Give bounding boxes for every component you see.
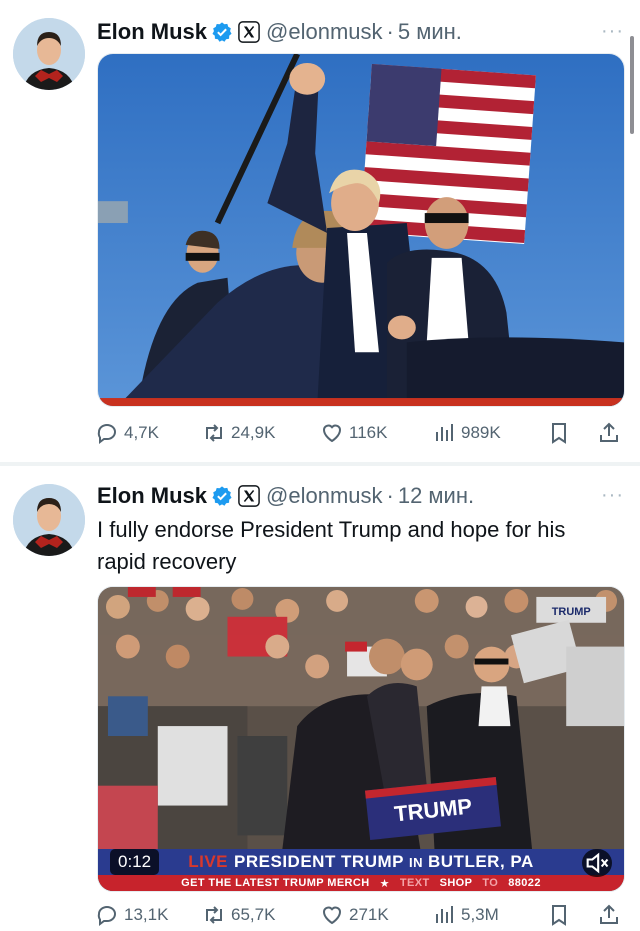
author-handle[interactable]: @elonmusk <box>266 483 383 509</box>
x-logo-icon <box>238 21 260 43</box>
merch-text: TEXT <box>399 877 430 889</box>
verified-badge-icon <box>212 486 232 506</box>
tweet-header: Elon Musk @elonmusk · 5 мин. <box>97 16 462 48</box>
like-button[interactable]: 116K <box>320 421 432 445</box>
bookmark-button[interactable] <box>547 421 597 445</box>
timestamp[interactable]: 12 мин. <box>398 483 474 509</box>
bookmark-icon <box>552 423 566 444</box>
repost-count: 24,9K <box>231 423 276 442</box>
reply-icon <box>97 424 116 444</box>
author-name[interactable]: Elon Musk <box>97 483 207 509</box>
repost-count: 65,7K <box>231 905 276 924</box>
merch-number: 88022 <box>508 877 541 889</box>
bookmark-icon <box>552 905 566 926</box>
bookmark-button[interactable] <box>547 903 597 927</box>
like-count: 271K <box>349 905 389 924</box>
meta-separator: · <box>386 483 394 508</box>
verified-badge-icon <box>212 22 232 42</box>
more-options-icon[interactable]: ··· <box>601 20 624 43</box>
merch-shop: SHOP <box>439 877 473 889</box>
repost-button[interactable]: 24,9K <box>202 421 320 445</box>
ticker-live: LIVE <box>188 852 229 871</box>
video-duration: 0:12 <box>110 849 160 875</box>
tweet-photo[interactable] <box>97 53 625 407</box>
action-bar: 4,7K 24,9K 116K 989K <box>95 418 630 448</box>
svg-text:TRUMP: TRUMP <box>552 606 591 618</box>
avatar[interactable] <box>13 484 85 556</box>
mute-icon <box>586 852 609 874</box>
like-icon <box>322 424 342 443</box>
ticker-in: IN <box>409 854 423 870</box>
reply-button[interactable]: 4,7K <box>95 421 202 445</box>
like-count: 116K <box>349 423 388 442</box>
reply-count: 4,7K <box>124 423 159 442</box>
views-count: 989K <box>461 423 501 442</box>
video-ticker: LIVE PRESIDENT TRUMP IN BUTLER, PA <box>98 849 624 875</box>
x-logo-icon <box>238 485 260 507</box>
author-handle[interactable]: @elonmusk <box>266 19 383 45</box>
reply-icon <box>97 906 116 926</box>
tweet-text: I fully endorse President Trump and hope… <box>97 517 566 574</box>
avatar-image <box>13 18 85 90</box>
tweet-video[interactable]: TRUMP TRUMP LIVE PRESIDENT TRUMP IN BUTL… <box>97 586 625 892</box>
merch-to: TO <box>482 877 499 889</box>
more-options-icon[interactable]: ··· <box>601 484 624 507</box>
timestamp[interactable]: 5 мин. <box>398 19 462 45</box>
views-count: 5,3M <box>461 905 499 924</box>
like-icon <box>322 906 342 925</box>
share-icon <box>600 422 618 442</box>
video-frame: TRUMP TRUMP <box>98 587 624 891</box>
repost-icon <box>206 906 222 924</box>
merch-left: GET THE LATEST TRUMP MERCH <box>181 877 370 889</box>
mute-button[interactable] <box>582 849 612 877</box>
share-button[interactable] <box>597 421 627 445</box>
video-merch-bar: GET THE LATEST TRUMP MERCH ★ TEXT SHOP T… <box>98 875 624 891</box>
photo-image <box>98 54 624 406</box>
avatar-image <box>13 484 85 556</box>
tweet[interactable]: Elon Musk @elonmusk · 12 мин. ··· I full… <box>0 466 640 931</box>
share-icon <box>600 904 618 924</box>
ticker-main: PRESIDENT TRUMP <box>234 852 404 871</box>
like-button[interactable]: 271K <box>320 903 432 927</box>
tweet-header: Elon Musk @elonmusk · 12 мин. <box>97 480 474 512</box>
repost-button[interactable]: 65,7K <box>202 903 320 927</box>
views-button[interactable]: 989K <box>432 421 547 445</box>
reply-count: 13,1K <box>124 905 169 924</box>
views-button[interactable]: 5,3M <box>432 903 547 927</box>
tweet[interactable]: Elon Musk @elonmusk · 5 мин. ··· 4,7K 24… <box>0 0 640 462</box>
views-icon <box>436 906 453 923</box>
avatar[interactable] <box>13 18 85 90</box>
share-button[interactable] <box>597 903 627 927</box>
views-icon <box>436 424 453 441</box>
author-name[interactable]: Elon Musk <box>97 19 207 45</box>
merch-star: ★ <box>379 877 390 890</box>
reply-button[interactable]: 13,1K <box>95 903 202 927</box>
repost-icon <box>206 424 222 442</box>
meta-separator: · <box>386 19 394 44</box>
ticker-place: BUTLER, PA <box>428 852 534 871</box>
scrollbar[interactable] <box>630 36 634 134</box>
action-bar: 13,1K 65,7K 271K 5,3M <box>95 900 630 930</box>
